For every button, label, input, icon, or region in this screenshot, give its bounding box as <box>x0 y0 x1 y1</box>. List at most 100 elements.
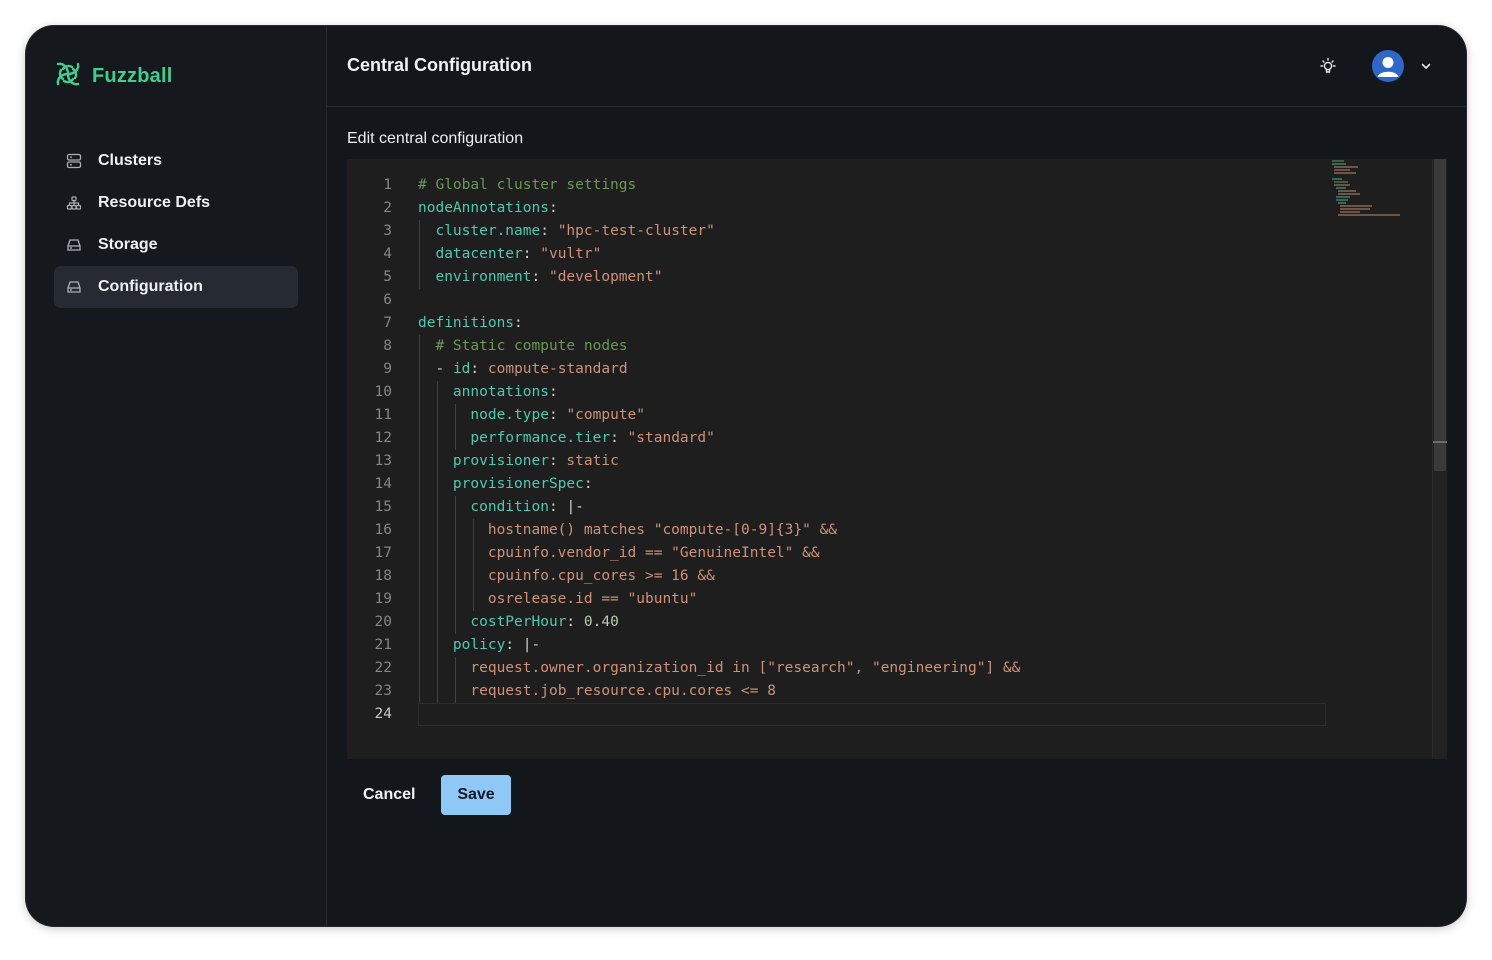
line-number: 6 <box>383 292 392 308</box>
line-code: cpuinfo.vendor_id == "GenuineIntel" && <box>487 545 820 561</box>
line-code: policy: |- <box>452 637 541 653</box>
app-window: Fuzzball Clusters Resource Defs Storage <box>26 26 1466 926</box>
line-number: 19 <box>374 591 392 607</box>
code-line[interactable]: 1 # Global cluster settings <box>347 174 1432 197</box>
code-line[interactable]: 2 nodeAnnotations: <box>347 197 1432 220</box>
scrollbar-thumb[interactable] <box>1434 159 1446 471</box>
code-line[interactable]: 24 <box>347 703 1432 726</box>
user-avatar-icon <box>1372 57 1404 82</box>
current-line-highlight <box>418 703 1326 726</box>
page-title: Central Configuration <box>347 55 532 75</box>
line-code: datacenter: "vultr" <box>435 246 602 262</box>
editor-label: Edit central configuration <box>347 130 524 147</box>
editor-scrollbar[interactable] <box>1432 159 1447 759</box>
code-line[interactable]: 9 - id: compute-standard <box>347 358 1432 381</box>
line-number: 3 <box>383 223 392 239</box>
sidebar-item-label: Resource Defs <box>98 194 211 211</box>
line-number: 8 <box>383 338 392 354</box>
line-code: request.job_resource.cpu.cores <= 8 <box>470 683 776 699</box>
code-editor[interactable]: 1 # Global cluster settings 2 nodeAnnotatio… <box>347 159 1447 759</box>
line-code: # Static compute nodes <box>435 338 628 354</box>
line-code: cluster.name: "hpc-test-cluster" <box>435 223 715 239</box>
code-line[interactable]: 4 datacenter: "vultr" <box>347 243 1432 266</box>
line-number: 24 <box>374 706 392 722</box>
line-code: osrelease.id == "ubuntu" <box>487 591 698 607</box>
code-line[interactable]: 23 request.job_resource.cpu.cores <= 8 <box>347 680 1432 703</box>
code-line[interactable]: 22 request.owner.organization_id in ["re… <box>347 657 1432 680</box>
code-line[interactable]: 8 # Static compute nodes <box>347 335 1432 358</box>
line-code: hostname() matches "compute-[0-9]{3}" && <box>487 522 838 538</box>
line-code: provisionerSpec: <box>452 476 593 492</box>
user-avatar-button[interactable] <box>1372 50 1404 82</box>
line-number: 13 <box>374 453 392 469</box>
line-number: 17 <box>374 545 392 561</box>
code-line[interactable]: 21 policy: |- <box>347 634 1432 657</box>
code-line[interactable]: 17 cpuinfo.vendor_id == "GenuineIntel" &… <box>347 542 1432 565</box>
code-line[interactable]: 15 condition: |- <box>347 496 1432 519</box>
code-line[interactable]: 6 <box>347 289 1432 312</box>
server-stack-icon <box>66 153 82 169</box>
code-line[interactable]: 10 annotations: <box>347 381 1432 404</box>
line-number: 5 <box>383 269 392 285</box>
sidebar-item-label: Configuration <box>98 278 203 295</box>
sidebar-nav: Clusters Resource Defs Storage Configura… <box>54 140 298 308</box>
code-line[interactable]: 5 environment: "development" <box>347 266 1432 289</box>
user-menu-chevron[interactable] <box>1419 59 1433 73</box>
cancel-button[interactable]: Cancel <box>347 776 433 814</box>
line-code: environment: "development" <box>435 269 663 285</box>
code-line[interactable]: 13 provisioner: static <box>347 450 1432 473</box>
line-code: cpuinfo.cpu_cores >= 16 && <box>487 568 715 584</box>
code-line[interactable]: 20 costPerHour: 0.40 <box>347 611 1432 634</box>
sidebar-item-resource-defs[interactable]: Resource Defs <box>54 182 298 224</box>
line-number: 4 <box>383 246 392 262</box>
line-number: 20 <box>374 614 392 630</box>
line-code: definitions: <box>418 315 523 331</box>
brand[interactable]: Fuzzball <box>52 58 173 95</box>
line-code: annotations: <box>452 384 558 400</box>
line-number: 14 <box>374 476 392 492</box>
sidebar-item-label: Storage <box>98 236 158 253</box>
line-number: 15 <box>374 499 392 515</box>
theme-toggle-button[interactable] <box>1317 56 1339 78</box>
line-code: condition: |- <box>470 499 584 515</box>
code-line[interactable]: 16 hostname() matches "compute-[0-9]{3}"… <box>347 519 1432 542</box>
code-line[interactable]: 19 osrelease.id == "ubuntu" <box>347 588 1432 611</box>
line-number: 2 <box>383 200 392 216</box>
sidebar-item-configuration[interactable]: Configuration <box>54 266 298 308</box>
line-code: - id: compute-standard <box>435 361 628 377</box>
editor-minimap[interactable] <box>1330 159 1415 219</box>
line-number: 7 <box>383 315 392 331</box>
line-number: 21 <box>374 637 392 653</box>
line-code: # Global cluster settings <box>418 177 637 193</box>
code-line[interactable]: 11 node.type: "compute" <box>347 404 1432 427</box>
code-line[interactable]: 3 cluster.name: "hpc-test-cluster" <box>347 220 1432 243</box>
line-number: 11 <box>374 407 392 423</box>
line-number: 12 <box>374 430 392 446</box>
drive-icon <box>66 237 82 253</box>
line-number: 18 <box>374 568 392 584</box>
fuzzball-logo-icon <box>52 58 84 95</box>
line-number: 16 <box>374 522 392 538</box>
code-line[interactable]: 7 definitions: <box>347 312 1432 335</box>
lightbulb-icon <box>1317 57 1339 82</box>
top-bar: Central Configuration <box>327 26 1466 107</box>
line-number: 9 <box>383 361 392 377</box>
main-content: Central Configuration Edit central confi… <box>327 26 1466 926</box>
code-line[interactable]: 18 cpuinfo.cpu_cores >= 16 && <box>347 565 1432 588</box>
chevron-down-icon <box>1419 60 1433 77</box>
line-code: performance.tier: "standard" <box>470 430 715 446</box>
line-number: 23 <box>374 683 392 699</box>
brand-name: Fuzzball <box>92 65 173 87</box>
editor-lines[interactable]: 1 # Global cluster settings 2 nodeAnnotatio… <box>347 174 1432 726</box>
line-number: 1 <box>383 177 392 193</box>
save-button[interactable]: Save <box>441 775 511 815</box>
sidebar-item-label: Clusters <box>98 152 163 169</box>
line-code: node.type: "compute" <box>470 407 646 423</box>
sidebar-item-storage[interactable]: Storage <box>54 224 298 266</box>
line-code: provisioner: static <box>452 453 619 469</box>
code-line[interactable]: 12 performance.tier: "standard" <box>347 427 1432 450</box>
scrollbar-cursor-marker <box>1433 441 1447 443</box>
sidebar-item-clusters[interactable]: Clusters <box>54 140 298 182</box>
code-line[interactable]: 14 provisionerSpec: <box>347 473 1432 496</box>
hierarchy-icon <box>66 195 82 211</box>
